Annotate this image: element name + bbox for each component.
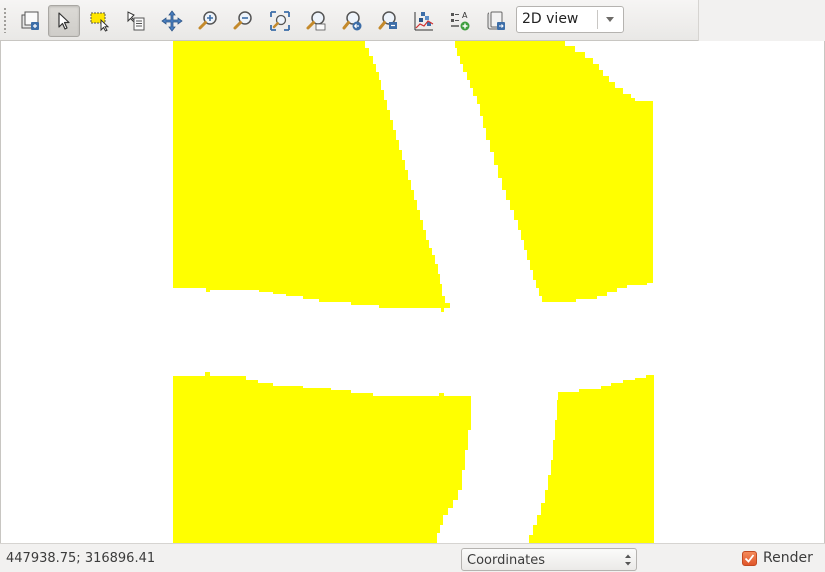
map-toolbar: A 2D view [0,0,825,41]
pan-icon [161,10,183,32]
coordinate-mode-select[interactable]: Coordinates [461,548,637,571]
checkmark-icon [744,553,755,563]
view-mode-separator [597,10,598,29]
pan-button[interactable] [156,5,188,37]
map-polygon-bottom-left[interactable] [173,372,471,543]
zoom-in-icon [198,11,217,30]
zoom-last-button[interactable] [336,5,368,37]
zoom-full-icon [21,11,39,30]
export-map-icon [487,11,505,30]
select-tool-button[interactable] [48,5,80,37]
add-legend-button[interactable]: A [444,5,476,37]
move-item-content-icon [127,11,145,31]
chevron-down-icon [606,17,614,22]
map-polygon-bottom-right[interactable] [529,375,654,543]
view-mode-value: 2D view [522,11,579,27]
zoom-out-button[interactable] [227,5,259,37]
map-polygon-top-right[interactable] [455,41,653,302]
svg-text:A: A [462,11,468,20]
select-rectangle-icon [90,12,110,32]
status-bar: 447938.75; 316896.41 Coordinates Render [0,543,825,572]
render-checkbox[interactable] [742,550,757,566]
zoom-last-icon [342,11,362,31]
select-rectangle-button[interactable] [84,5,116,37]
zoom-to-layer-button[interactable] [300,5,332,37]
toolbar-empty-area [698,0,825,41]
zoom-full-extent-icon [270,11,290,31]
map-polygon-top-left[interactable] [173,41,450,312]
export-map-button[interactable] [480,5,512,37]
render-label: Render [763,550,813,566]
spin-arrows-icon [625,554,631,566]
zoom-full-button[interactable] [14,5,46,37]
histogram-button[interactable] [408,5,440,37]
zoom-out-icon [233,11,252,30]
select-arrow-icon [58,12,70,30]
coordinate-readout: 447938.75; 316896.41 [6,551,156,566]
map-layer [173,41,654,543]
zoom-next-button[interactable] [372,5,404,37]
zoom-next-icon [378,11,397,30]
view-mode-select[interactable]: 2D view [516,6,624,33]
coordinate-mode-value: Coordinates [467,553,546,568]
add-legend-icon: A [451,11,470,31]
move-item-content-button[interactable] [120,5,152,37]
zoom-in-button[interactable] [192,5,224,37]
histogram-icon [414,12,434,31]
zoom-full-extent-button[interactable] [264,5,296,37]
map-canvas[interactable] [0,41,825,543]
toolbar-grip[interactable] [3,7,7,33]
zoom-to-layer-icon [306,11,326,31]
render-toggle[interactable]: Render [742,550,813,566]
